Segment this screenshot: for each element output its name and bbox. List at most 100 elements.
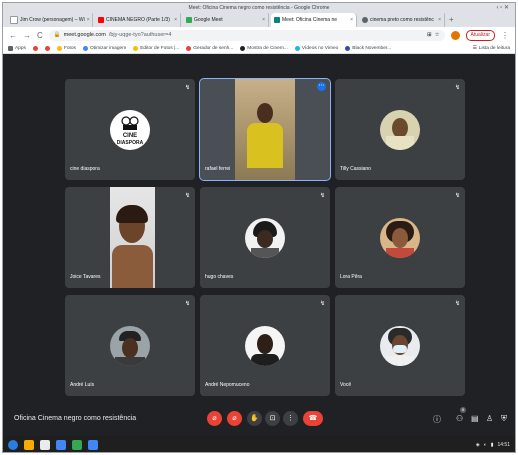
bookmark-apps[interactable]: Apps	[8, 45, 26, 51]
bookmarks-bar: Apps Fotos Otimizar imagem Editor de Fot…	[3, 43, 515, 54]
participant-tile-joice[interactable]: ↯ Joice Tavares	[65, 187, 195, 288]
forward-icon[interactable]: →	[23, 31, 31, 40]
tab-cinema-negro[interactable]: CINEMA NEGRO (Parte 1/3) ×	[95, 13, 181, 27]
menu-icon[interactable]: ⋮	[501, 31, 509, 40]
end-call-button[interactable]: ☎	[303, 411, 323, 426]
more-options-button[interactable]: ⋮	[283, 411, 298, 426]
video-frame	[110, 187, 155, 288]
avatar-body	[386, 135, 414, 150]
raise-hand-button[interactable]: ✋	[247, 411, 262, 426]
window-title: Meet: Oficina Cinema negro como resistên…	[188, 5, 330, 11]
photos-app-icon[interactable]	[72, 440, 82, 450]
meet-icon	[274, 17, 280, 23]
address-bar[interactable]: 🔒 meet.google.com/bjy-uqge-tyo?authuser=…	[48, 29, 445, 41]
participant-tile-rafael[interactable]: ⋯ rafael ferrei	[199, 78, 331, 181]
close-tab-icon[interactable]: ×	[262, 17, 265, 23]
lock-icon: 🔒	[53, 32, 61, 38]
bookmark-item[interactable]	[44, 45, 50, 51]
bookmark-label: Gerador de senh...	[193, 45, 234, 51]
bookmark-favicon	[186, 45, 192, 51]
person-head	[257, 103, 273, 123]
tab-jim-crow[interactable]: Jim Crow (personagem) – Wi ×	[7, 13, 93, 27]
meeting-title: Oficina Cinema negro como resistência	[14, 415, 137, 422]
bookmark-black-november[interactable]: Black November...	[345, 45, 391, 51]
participant-name: Tilly Cassiano	[340, 166, 371, 172]
chat-icon[interactable]: ▤	[471, 414, 479, 423]
avatar	[380, 325, 420, 366]
start-menu-icon[interactable]	[8, 440, 18, 450]
update-button[interactable]: Atualizar	[465, 29, 495, 41]
bookmark-mostra[interactable]: Mostra de Cinem...	[240, 45, 288, 51]
participant-tile-hugo[interactable]: ↯ hugo chaves	[200, 187, 330, 288]
chrome-app-icon[interactable]	[88, 440, 98, 450]
avatar-face	[392, 227, 408, 248]
meeting-details-icon[interactable]: ⓘ	[433, 414, 441, 425]
participant-tile-andre-luis[interactable]: ↯ André Luís	[65, 295, 195, 396]
mic-muted-icon: ↯	[454, 301, 460, 307]
docs-icon[interactable]	[56, 440, 66, 450]
bookmark-gerador[interactable]: Gerador de senh...	[186, 45, 234, 51]
bookmark-vimeo[interactable]: Vídeos no Vimeo	[294, 45, 338, 51]
avatar-body	[251, 353, 279, 366]
participant-tile-self[interactable]: ↯ Você	[335, 295, 465, 396]
mic-muted-icon: ↯	[184, 85, 190, 91]
avatar-face	[122, 337, 138, 358]
person-body	[112, 245, 153, 288]
avatar-body	[115, 356, 145, 366]
volume-icon[interactable]: ◐	[484, 442, 487, 448]
host-controls-icon[interactable]: ⛨	[501, 414, 507, 424]
translate-icon[interactable]: ⊞	[427, 32, 432, 38]
participant-name: Joice Tavares	[70, 274, 101, 280]
participant-tile-andre-nepomuceno[interactable]: ↯ André Nepomuceno	[200, 295, 330, 396]
mic-toggle-button[interactable]: ⌀	[207, 411, 222, 426]
avatar-body	[386, 355, 414, 366]
bookmark-favicon	[345, 45, 351, 51]
close-tab-icon[interactable]: ×	[174, 17, 177, 23]
bookmark-fotos[interactable]: Fotos	[56, 45, 76, 51]
youtube-icon	[98, 17, 104, 23]
activities-icon[interactable]: ♙	[486, 414, 493, 423]
star-icon[interactable]: ☆	[435, 32, 440, 38]
wifi-icon[interactable]: ◈	[476, 442, 480, 448]
folder-icon[interactable]	[40, 440, 50, 450]
tab-cinema-preto[interactable]: cinema preto como resistênc ×	[359, 13, 445, 27]
files-icon[interactable]	[24, 440, 34, 450]
reload-icon[interactable]: C	[37, 31, 43, 40]
close-tab-icon[interactable]: ×	[438, 17, 441, 23]
bookmark-item[interactable]	[32, 45, 38, 51]
reading-list[interactable]: ☰ Lista de leitura	[472, 46, 510, 51]
avatar	[245, 217, 285, 258]
mic-muted-icon: ↯	[184, 301, 190, 307]
clock[interactable]: 14:51	[497, 442, 510, 448]
more-options-icon[interactable]: ⋯	[317, 82, 326, 91]
participant-tile-tilly[interactable]: ↯ Tilly Cassiano	[335, 79, 465, 180]
participant-tile-cine-diaspora[interactable]: CINE DIASPORA ↯ cine diaspora	[65, 79, 195, 180]
avatar	[380, 109, 420, 150]
os-taskbar: ◈ ◐ ▮ 14:51	[3, 436, 515, 452]
bookmark-label: Otimizar imagem	[89, 45, 127, 51]
participant-tile-lora[interactable]: ↯ Lora Pêra	[335, 187, 465, 288]
tab-google-meet[interactable]: Google Meet ×	[183, 13, 269, 27]
close-tab-icon[interactable]: ×	[87, 17, 90, 23]
avatar-face	[257, 333, 273, 354]
bookmark-editor[interactable]: Editor de Fotos |...	[133, 45, 179, 51]
face-mask	[393, 344, 407, 353]
tab-label: cinema preto como resistênc	[370, 17, 434, 23]
participant-name: André Nepomuceno	[205, 382, 250, 388]
people-icon[interactable]: ⚇	[456, 414, 463, 423]
vimeo-icon	[294, 45, 300, 51]
camera-toggle-button[interactable]: ⌀	[227, 411, 242, 426]
profile-avatar[interactable]	[450, 30, 460, 40]
back-icon[interactable]: ←	[9, 31, 17, 40]
close-tab-icon[interactable]: ×	[350, 17, 353, 23]
tab-meet-oficina[interactable]: Meet: Oficina Cinema ne ×	[271, 13, 357, 27]
window-controls[interactable]: ‹ ▫ ✕	[497, 3, 510, 13]
battery-icon[interactable]: ▮	[491, 442, 494, 448]
meeting-controls-bar: Oficina Cinema negro como resistência ⌀ …	[3, 407, 515, 433]
bookmark-favicon	[133, 45, 139, 51]
bookmark-otimizar[interactable]: Otimizar imagem	[82, 45, 127, 51]
present-button[interactable]: ⊡	[265, 411, 280, 426]
meet-icon	[186, 17, 192, 23]
new-tab-button[interactable]: +	[449, 13, 454, 27]
window-titlebar: Meet: Oficina Cinema negro como resistên…	[3, 3, 515, 13]
